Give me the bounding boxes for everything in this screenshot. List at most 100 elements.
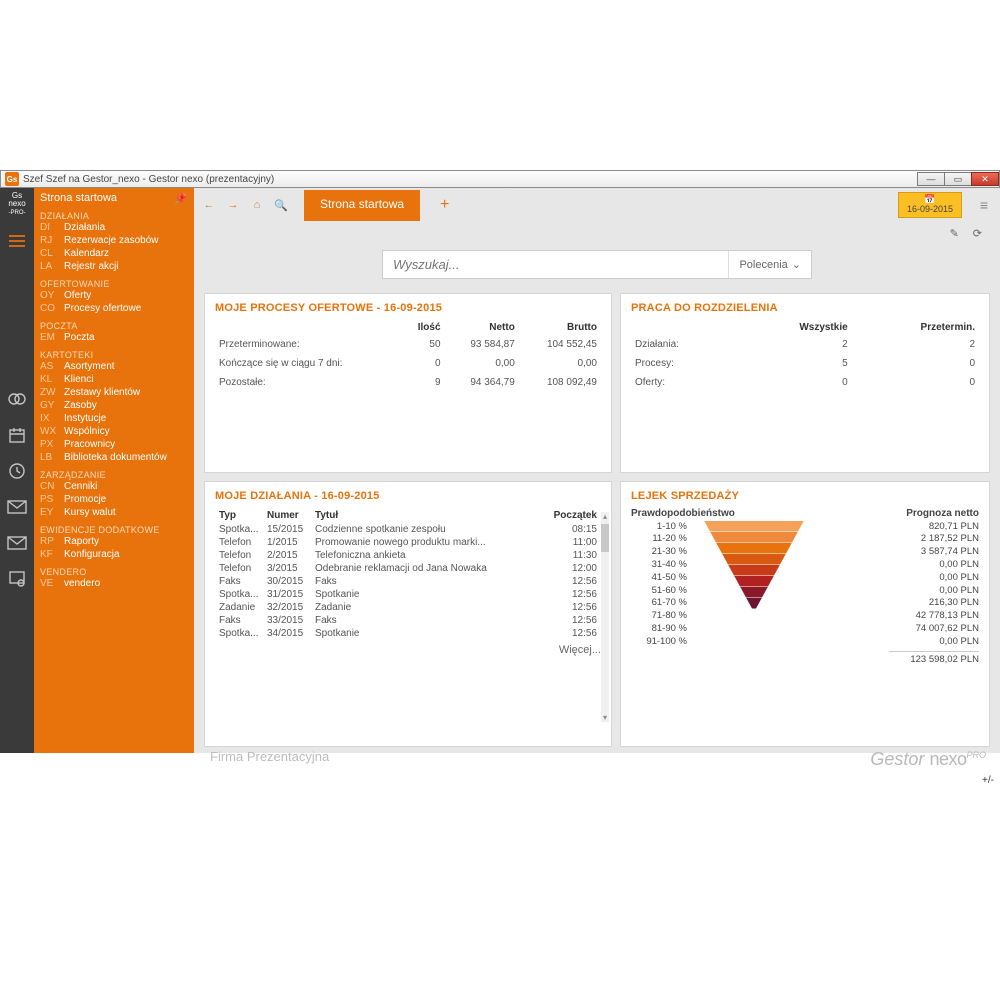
brand-nexo: nexo xyxy=(929,749,966,769)
sidebar-item[interactable]: KFKonfiguracja xyxy=(40,548,188,561)
scroll-up-icon[interactable]: ▴ xyxy=(601,512,609,521)
mail-out-icon[interactable] xyxy=(6,496,28,518)
menu-icon[interactable] xyxy=(6,230,28,252)
sidebar-item[interactable]: VEvendero xyxy=(40,577,188,590)
minimize-button[interactable]: — xyxy=(917,172,945,186)
sidebar-item[interactable]: WXWspólnicy xyxy=(40,425,188,438)
sidebar-item[interactable]: ZWZestawy klientów xyxy=(40,386,188,399)
search-box: Polecenia ⌄ xyxy=(382,250,812,279)
plus-minus[interactable]: +/- xyxy=(982,775,994,786)
zoom-button[interactable]: 🔍 xyxy=(272,196,290,214)
date-text: 16-09-2015 xyxy=(907,204,953,214)
refresh-icon[interactable]: ⟳ xyxy=(973,227,982,240)
active-tab[interactable]: Strona startowa xyxy=(304,190,420,221)
window-titlebar: Gs Szef Szef na Gestor_nexo - Gestor nex… xyxy=(0,170,1000,188)
sidebar-item[interactable]: PXPracownicy xyxy=(40,438,188,451)
sidebar-group: KARTOTEKI xyxy=(40,350,188,360)
table-row[interactable]: Kończące się w ciągu 7 dni:00,000,00 xyxy=(215,354,601,373)
sidebar-item[interactable]: PSPromocje xyxy=(40,493,188,506)
app-icon: Gs xyxy=(5,172,19,186)
sidebar-item[interactable]: CLKalendarz xyxy=(40,247,188,260)
funnel-chart xyxy=(699,521,809,621)
sidebar-item[interactable]: DIDziałania xyxy=(40,221,188,234)
table-row[interactable]: Faks33/2015Faks12:56 xyxy=(215,614,601,627)
forward-button[interactable]: → xyxy=(224,196,242,214)
scroll-down-icon[interactable]: ▾ xyxy=(601,713,609,722)
funnel-values: 820,71 PLN2 187,52 PLN3 587,74 PLN0,00 P… xyxy=(889,521,979,667)
sidebar: Strona startowa 📌 DZIAŁANIADIDziałaniaRJR… xyxy=(34,188,194,753)
company-label: Firma Prezentacyjna xyxy=(210,749,329,764)
table-row[interactable]: Procesy:50 xyxy=(631,354,979,373)
sidebar-group: EWIDENCJE DODATKOWE xyxy=(40,525,188,535)
tab-label: Strona startowa xyxy=(320,197,404,211)
calendar-icon[interactable] xyxy=(6,424,28,446)
sidebar-item[interactable]: RPRaporty xyxy=(40,535,188,548)
sidebar-group: DZIAŁANIA xyxy=(40,211,188,221)
scrollbar[interactable]: ▴ ▾ xyxy=(601,512,609,722)
table-row[interactable]: Przeterminowane:5093 584,87104 552,45 xyxy=(215,335,601,354)
toolbar: ← → ⌂ 🔍 Strona startowa + 📅16-09-2015 ≡ xyxy=(194,188,1000,222)
table-row[interactable]: Działania:22 xyxy=(631,335,979,354)
panel-processes: MOJE PROCESY OFERTOWE - 16-09-2015 Ilość… xyxy=(204,293,612,473)
table-row[interactable]: Telefon1/2015Promowanie nowego produktu … xyxy=(215,536,601,549)
table-row[interactable]: Faks30/2015Faks12:56 xyxy=(215,575,601,588)
sidebar-item[interactable]: LARejestr akcji xyxy=(40,260,188,273)
sidebar-item[interactable]: GYZasoby xyxy=(40,399,188,412)
sidebar-item[interactable]: OYOferty xyxy=(40,289,188,302)
search-menu[interactable]: Polecenia ⌄ xyxy=(728,251,811,278)
table-row[interactable]: Telefon2/2015Telefoniczna ankieta11:30 xyxy=(215,549,601,562)
search-input[interactable] xyxy=(383,251,728,278)
home-button[interactable]: ⌂ xyxy=(248,196,266,214)
pin-icon[interactable]: 📌 xyxy=(174,192,188,205)
date-badge[interactable]: 📅16-09-2015 xyxy=(898,192,962,218)
funnel-labels: 1-10 %11-20 %21-30 %31-40 %41-50 %51-60 … xyxy=(631,521,687,667)
table-row[interactable]: Pozostałe:994 364,79108 092,49 xyxy=(215,373,601,392)
funnel-col2: Prognoza netto xyxy=(906,508,979,519)
table-row[interactable]: Telefon3/2015Odebranie reklamacji od Jan… xyxy=(215,562,601,575)
panel3-title: MOJE DZIAŁANIA - 16-09-2015 xyxy=(215,490,601,502)
sidebar-item[interactable]: CNCenniki xyxy=(40,480,188,493)
back-button[interactable]: ← xyxy=(200,196,218,214)
window-title: Szef Szef na Gestor_nexo - Gestor nexo (… xyxy=(23,174,274,185)
sidebar-item[interactable]: LBBiblioteka dokumentów xyxy=(40,451,188,464)
table-row[interactable]: Spotka...34/2015Spotkanie12:56 xyxy=(215,627,601,640)
sidebar-item[interactable]: IXInstytucje xyxy=(40,412,188,425)
maximize-button[interactable]: ▭ xyxy=(944,172,972,186)
sidebar-item[interactable]: EYKursy walut xyxy=(40,506,188,519)
more-link[interactable]: Więcej... xyxy=(215,640,601,656)
edit-icon[interactable]: ✎ xyxy=(950,227,959,240)
menu-button[interactable]: ≡ xyxy=(974,197,994,213)
funnel-col1: Prawdopodobieństwo xyxy=(631,508,735,519)
branding: Gestor nexoPRO xyxy=(870,749,986,770)
certificate-icon[interactable] xyxy=(6,568,28,590)
close-button[interactable]: ✕ xyxy=(971,172,999,186)
scroll-thumb[interactable] xyxy=(601,524,609,552)
sidebar-item[interactable]: RJRezerwacje zasobów xyxy=(40,234,188,247)
panel-work: PRACA DO ROZDZIELENIA WszystkiePrzetermi… xyxy=(620,293,990,473)
new-tab-button[interactable]: + xyxy=(440,196,449,214)
sidebar-item[interactable]: EMPoczta xyxy=(40,331,188,344)
table-row[interactable]: Oferty:00 xyxy=(631,373,979,392)
sidebar-item[interactable]: KLKlienci xyxy=(40,373,188,386)
table-row[interactable]: Zadanie32/2015Zadanie12:56 xyxy=(215,601,601,614)
sidebar-item[interactable]: COProcesy ofertowe xyxy=(40,302,188,315)
table-row[interactable]: Spotka...15/2015Codzienne spotkanie zesp… xyxy=(215,523,601,536)
search-menu-label: Polecenia xyxy=(739,259,787,271)
currency-icon[interactable] xyxy=(6,388,28,410)
panel2-title: PRACA DO ROZDZIELENIA xyxy=(631,302,979,314)
panel-actions: MOJE DZIAŁANIA - 16-09-2015 TypNumerTytu… xyxy=(204,481,612,747)
brand-gestor: Gestor xyxy=(870,749,924,769)
chevron-down-icon: ⌄ xyxy=(792,258,801,271)
sidebar-group: POCZTA xyxy=(40,321,188,331)
panel-funnel: LEJEK SPRZEDAŻY Prawdopodobieństwo Progn… xyxy=(620,481,990,747)
sidebar-top[interactable]: Strona startowa xyxy=(40,192,117,205)
sidebar-group: ZARZĄDZANIE xyxy=(40,470,188,480)
mail-icon[interactable] xyxy=(6,532,28,554)
table-row[interactable]: Spotka...31/2015Spotkanie12:56 xyxy=(215,588,601,601)
icon-rail: Gsnexo-PRO- xyxy=(0,188,34,753)
rail-logo: Gsnexo-PRO- xyxy=(8,192,25,216)
sidebar-group: OFERTOWANIE xyxy=(40,279,188,289)
panel4-title: LEJEK SPRZEDAŻY xyxy=(631,490,979,502)
clock-icon[interactable] xyxy=(6,460,28,482)
sidebar-item[interactable]: ASAsortyment xyxy=(40,360,188,373)
